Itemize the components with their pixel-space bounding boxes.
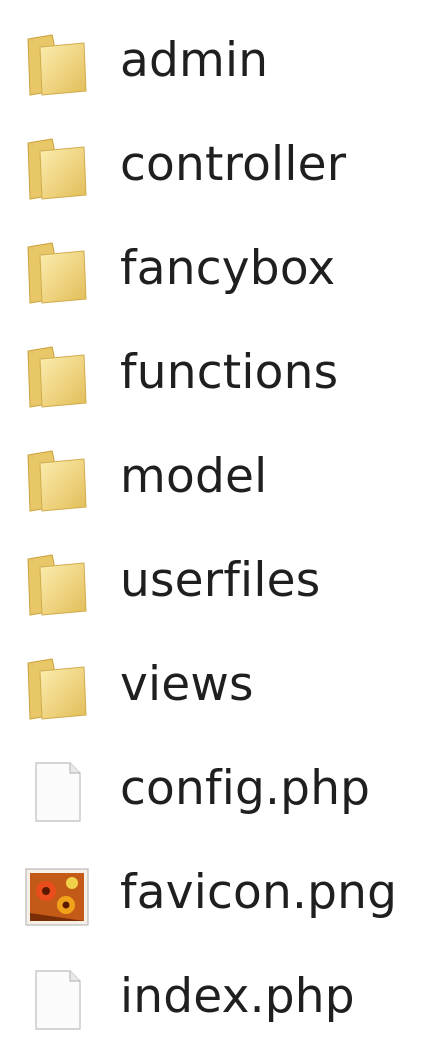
folder-icon <box>22 237 92 307</box>
list-item-label: config.php <box>120 761 371 816</box>
document-icon <box>22 965 92 1035</box>
list-item-favicon-png[interactable]: favicon.png <box>0 839 421 943</box>
list-item-label: fancybox <box>120 241 336 296</box>
list-item-functions[interactable]: functions <box>0 319 421 423</box>
list-item-fancybox[interactable]: fancybox <box>0 215 421 319</box>
list-item-label: userfiles <box>120 553 321 608</box>
list-item-label: controller <box>120 137 347 192</box>
list-item-views[interactable]: views <box>0 631 421 735</box>
file-list: admin controller fancybox functions mode… <box>0 0 421 1030</box>
list-item-label: admin <box>120 33 269 88</box>
folder-icon <box>22 29 92 99</box>
list-item-userfiles[interactable]: userfiles <box>0 527 421 631</box>
folder-icon <box>22 133 92 203</box>
folder-icon <box>22 341 92 411</box>
folder-icon <box>22 549 92 619</box>
list-item-config-php[interactable]: config.php <box>0 735 421 839</box>
list-item-controller[interactable]: controller <box>0 111 421 215</box>
list-item-label: index.php <box>120 969 355 1024</box>
list-item-index-php[interactable]: index.php <box>0 943 421 1047</box>
document-icon <box>22 757 92 827</box>
list-item-model[interactable]: model <box>0 423 421 527</box>
list-item-label: favicon.png <box>120 865 398 920</box>
list-item-label: views <box>120 657 254 712</box>
list-item-label: model <box>120 449 268 504</box>
image-icon <box>22 861 92 931</box>
list-item-label: functions <box>120 345 339 400</box>
list-item-admin[interactable]: admin <box>0 7 421 111</box>
folder-icon <box>22 653 92 723</box>
folder-icon <box>22 445 92 515</box>
